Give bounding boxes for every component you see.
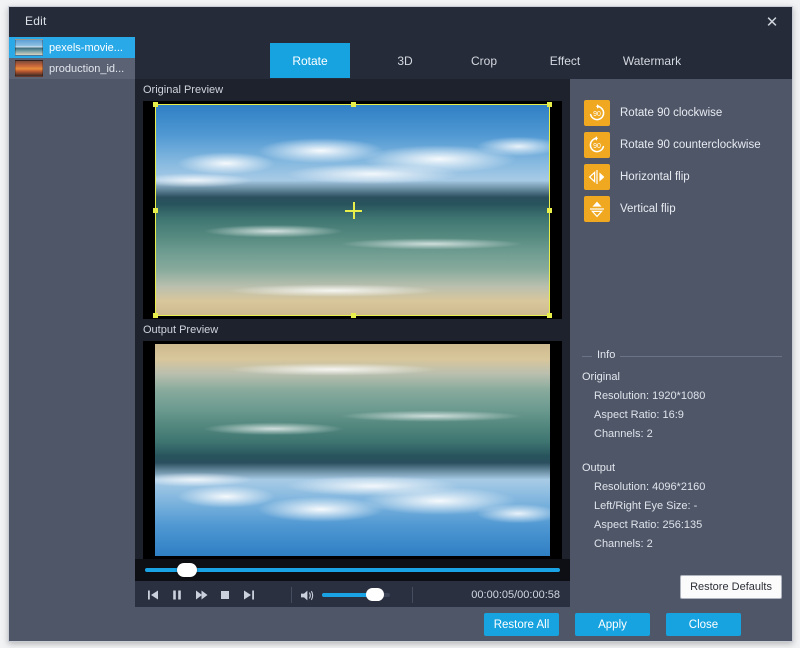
horizontal-flip-button[interactable]: Horizontal flip [584, 161, 761, 193]
output-eye-size: Left/Right Eye Size: - [594, 500, 698, 512]
info-box: Info Original Resolution: 1920*1080 Aspe… [582, 347, 782, 554]
file-name: production_id... [49, 62, 125, 75]
next-button[interactable] [237, 583, 261, 607]
footer-bar: Restore All Apply Close [9, 607, 792, 641]
seek-handle[interactable] [176, 563, 197, 577]
rotate-option-label: Vertical flip [620, 203, 676, 215]
apply-button[interactable]: Apply [575, 613, 650, 636]
output-preview-video [155, 344, 550, 556]
rotate-options-list: 90 Rotate 90 clockwise 90 Rotate 90 coun… [584, 97, 761, 225]
volume-slider[interactable] [322, 588, 390, 601]
seek-bar-area [135, 559, 570, 581]
vertical-flip-icon [584, 196, 610, 222]
volume-handle[interactable] [366, 588, 385, 601]
original-heading: Original [582, 371, 620, 383]
original-preview-video [155, 104, 550, 316]
list-item[interactable]: production_id... [9, 58, 135, 79]
close-button[interactable]: Close [666, 613, 741, 636]
file-thumbnail [15, 60, 43, 77]
output-info-group: Output Resolution: 4096*2160 Left/Right … [582, 462, 782, 554]
vertical-flip-button[interactable]: Vertical flip [584, 193, 761, 225]
tab-watermark[interactable]: Watermark [607, 43, 697, 78]
rotate-clockwise-icon: 90 [584, 100, 610, 126]
stop-button[interactable] [213, 583, 237, 607]
file-name: pexels-movie... [49, 41, 123, 54]
tab-effect[interactable]: Effect [533, 43, 597, 78]
tab-bar: Rotate 3D Crop Effect Watermark [135, 37, 792, 79]
window-title: Edit [25, 14, 47, 28]
output-preview-label: Output Preview [143, 324, 219, 336]
svg-text:90: 90 [593, 143, 601, 150]
timecode-display: 00:00:05/00:00:58 [471, 589, 560, 601]
original-resolution: Resolution: 1920*1080 [594, 390, 706, 402]
list-item[interactable]: pexels-movie... [9, 37, 135, 58]
preview-column: Original Preview Output Preview [135, 79, 570, 609]
original-preview-stage [143, 101, 562, 319]
output-channels: Channels: 2 [594, 538, 653, 550]
output-heading: Output [582, 462, 616, 474]
rotate-counterclockwise-icon: 90 [584, 132, 610, 158]
rotate-option-label: Horizontal flip [620, 171, 690, 183]
rotate-90-clockwise-button[interactable]: 90 Rotate 90 clockwise [584, 97, 761, 129]
output-preview-stage [143, 341, 562, 559]
horizontal-flip-icon [584, 164, 610, 190]
playback-controls: 00:00:05/00:00:58 [135, 581, 570, 609]
rotate-option-label: Rotate 90 counterclockwise [620, 139, 761, 151]
edit-dialog: Edit ✕ pexels-movie... production_id... … [8, 6, 793, 642]
divider [412, 587, 413, 603]
seek-slider[interactable] [145, 563, 560, 577]
file-list-sidebar: pexels-movie... production_id... [9, 37, 135, 641]
pause-button[interactable] [165, 583, 189, 607]
transport-bar: 00:00:05/00:00:58 [135, 559, 570, 609]
title-bar: Edit ✕ [9, 7, 792, 37]
original-channels: Channels: 2 [594, 428, 653, 440]
rotate-90-counterclockwise-button[interactable]: 90 Rotate 90 counterclockwise [584, 129, 761, 161]
restore-all-button[interactable]: Restore All [484, 613, 559, 636]
close-icon[interactable]: ✕ [750, 7, 792, 37]
restore-defaults-button[interactable]: Restore Defaults [680, 575, 782, 599]
info-legend: Info [592, 349, 621, 361]
svg-text:90: 90 [593, 111, 601, 118]
file-thumbnail [15, 39, 43, 56]
divider [291, 587, 292, 603]
original-info-group: Original Resolution: 1920*1080 Aspect Ra… [582, 371, 782, 444]
tab-3d[interactable]: 3D [375, 43, 435, 78]
options-panel: 90 Rotate 90 clockwise 90 Rotate 90 coun… [570, 79, 792, 609]
output-resolution: Resolution: 4096*2160 [594, 481, 706, 493]
volume-icon[interactable] [296, 584, 318, 606]
fast-forward-button[interactable] [189, 583, 213, 607]
previous-button[interactable] [141, 583, 165, 607]
original-aspect-ratio: Aspect Ratio: 16:9 [594, 409, 684, 421]
rotate-option-label: Rotate 90 clockwise [620, 107, 723, 119]
original-preview-label: Original Preview [143, 84, 224, 96]
tab-rotate[interactable]: Rotate [270, 43, 350, 78]
tab-crop[interactable]: Crop [453, 43, 515, 78]
output-aspect-ratio: Aspect Ratio: 256:135 [594, 519, 703, 531]
